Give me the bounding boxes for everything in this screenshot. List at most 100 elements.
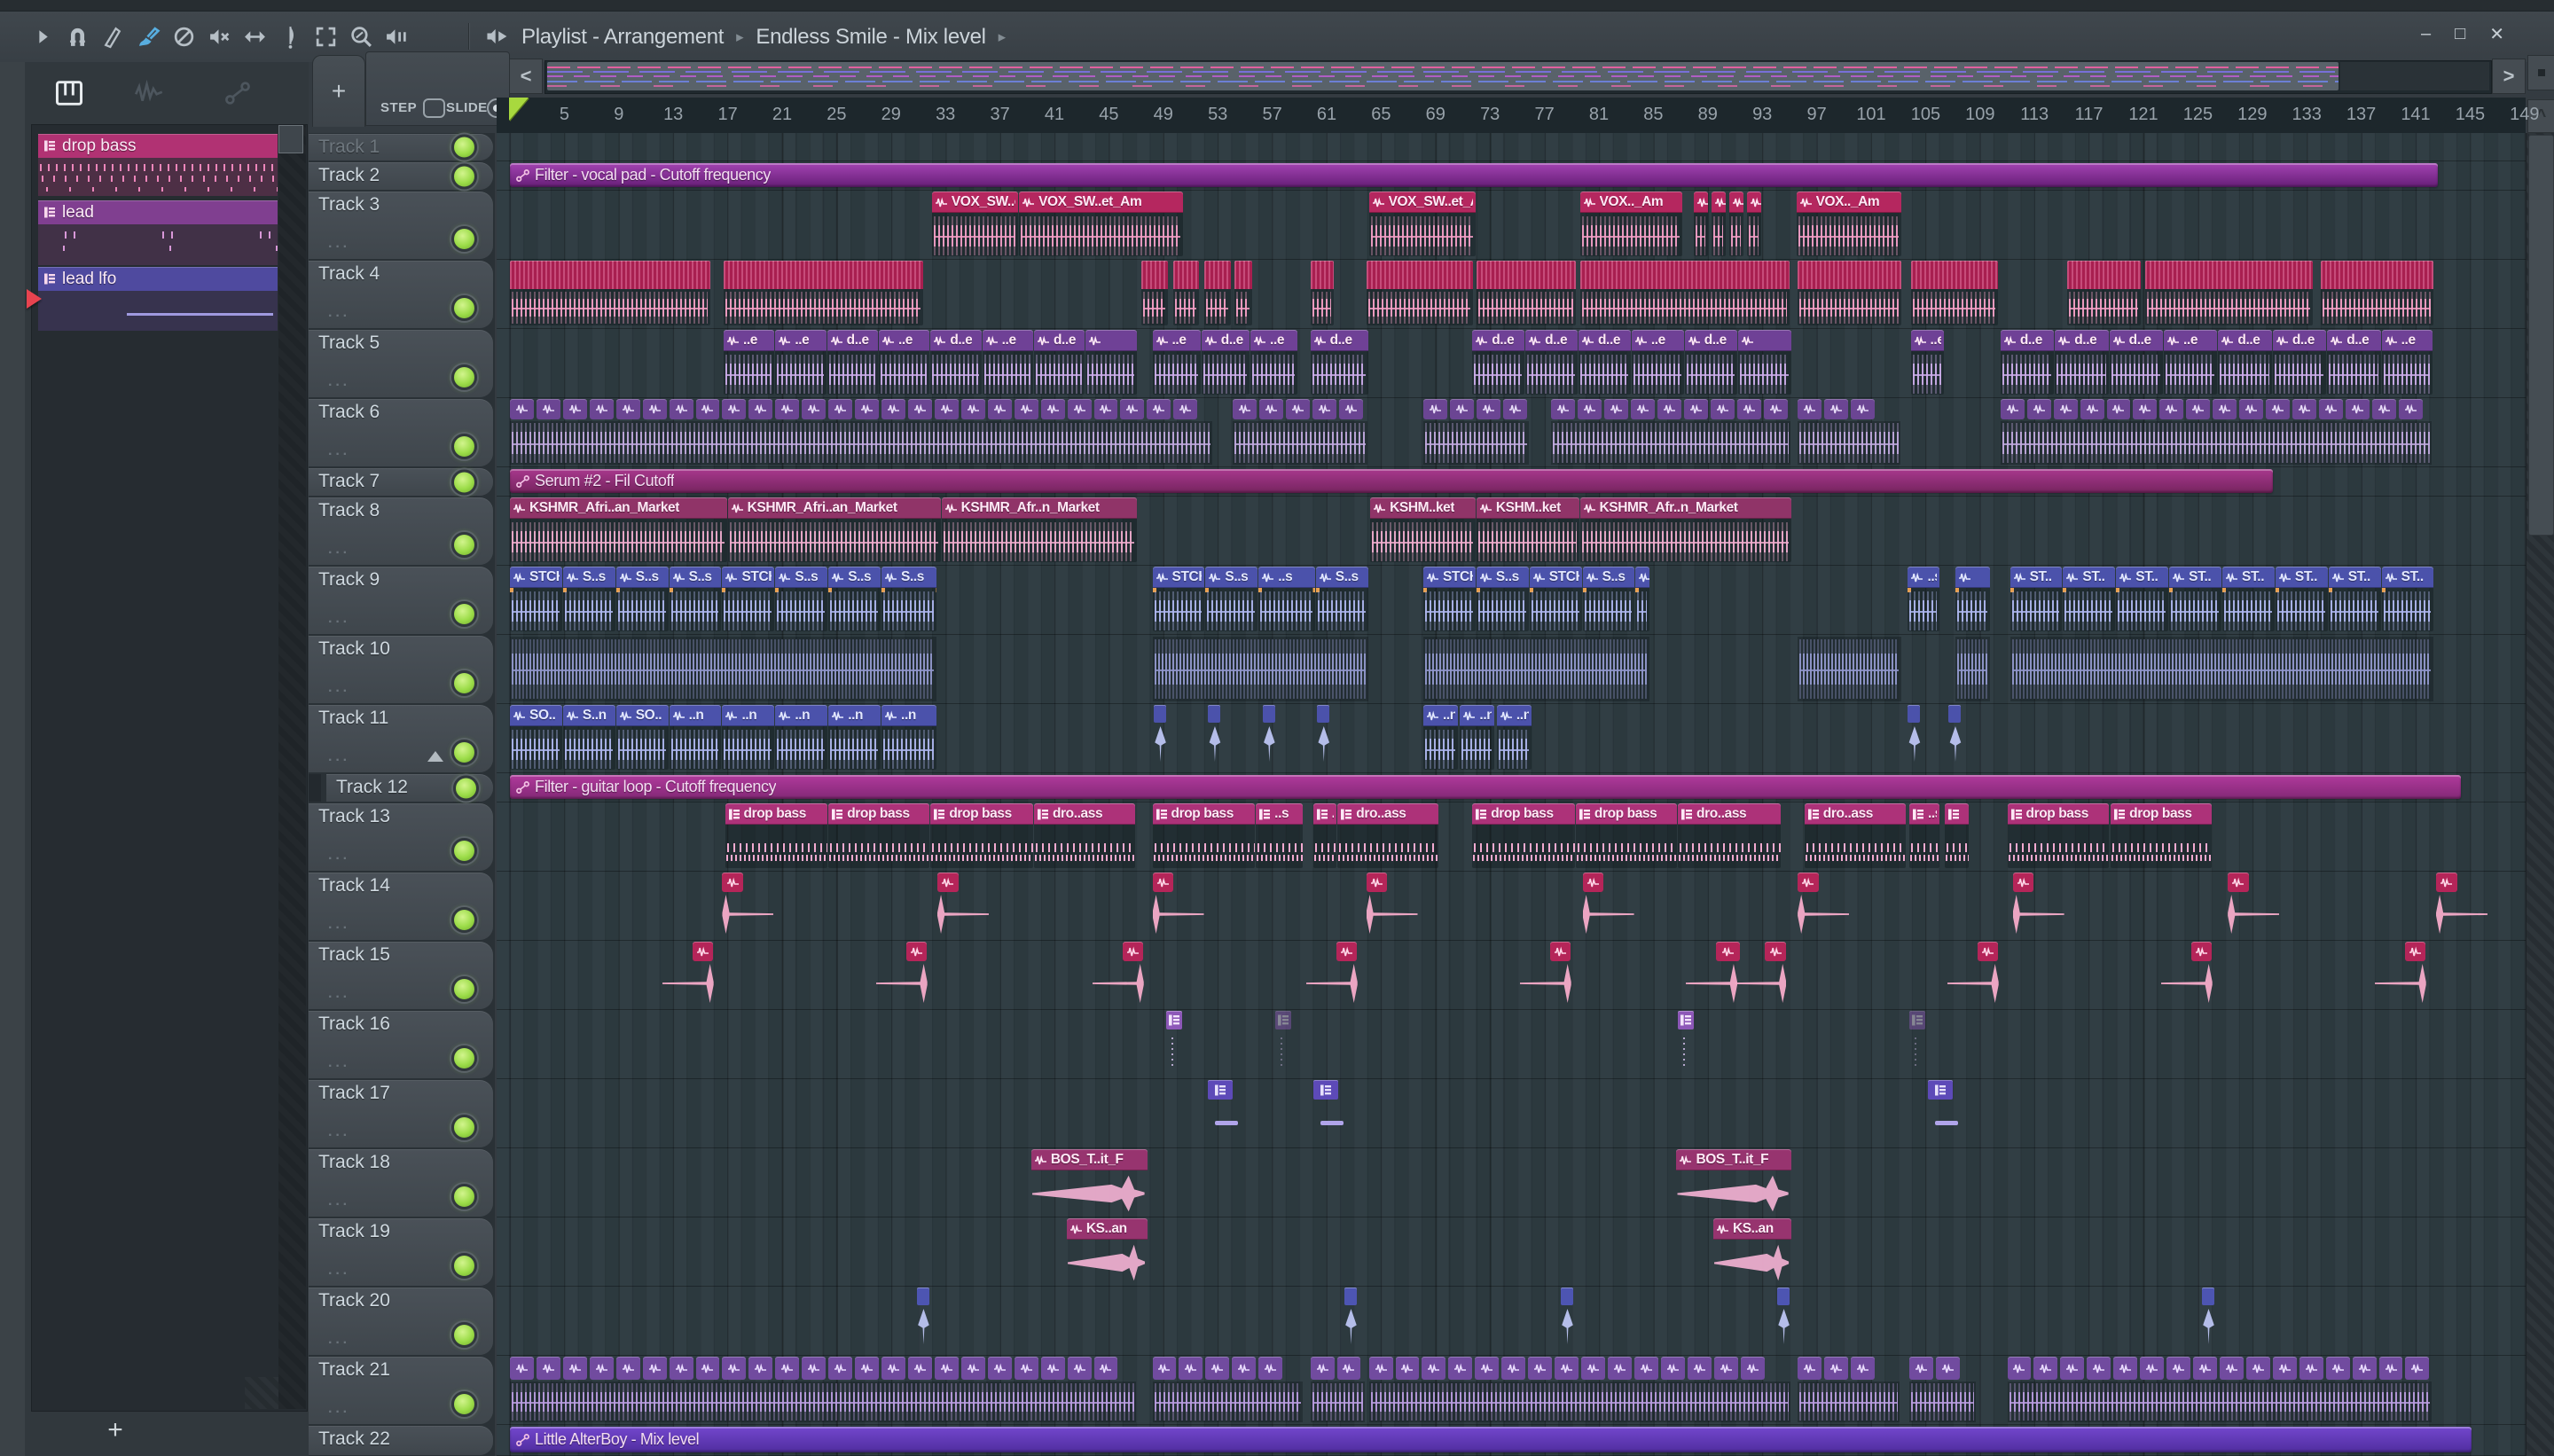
mini-pattern-clip[interactable]	[1908, 1011, 1927, 1077]
track-header[interactable]: Track 4 ···	[309, 261, 493, 328]
pattern-tab-piano[interactable]	[50, 76, 89, 110]
maximize-button[interactable]: □	[2455, 24, 2465, 44]
audio-clip[interactable]	[510, 399, 534, 419]
audio-clip[interactable]	[1232, 1357, 1257, 1380]
audio-clip[interactable]: KSHMR_Afri..an_Market	[510, 497, 727, 564]
audio-clip[interactable]: KS..an	[1712, 1218, 1791, 1285]
audio-clip[interactable]	[2320, 261, 2434, 327]
pattern-preview[interactable]	[38, 291, 278, 331]
audio-clip[interactable]: S..s	[615, 567, 669, 633]
mini-audio-clip[interactable]	[2202, 1288, 2218, 1354]
pattern-item-header[interactable]: lead	[38, 200, 278, 224]
mute-led[interactable]	[451, 670, 477, 696]
audio-clip[interactable]	[2113, 1357, 2138, 1380]
audio-clip[interactable]	[2371, 399, 2396, 419]
audio-clip-run[interactable]	[1233, 399, 1368, 466]
audio-clip[interactable]: BOS_T..it_F	[1676, 1149, 1791, 1216]
audio-clip[interactable]: ..e	[2381, 330, 2433, 396]
pattern-clip[interactable]: drop bass	[1575, 803, 1678, 870]
audio-clip[interactable]	[1259, 399, 1283, 419]
mini-audio-clip[interactable]	[1262, 705, 1279, 771]
mini-audio-clip[interactable]	[1908, 705, 1923, 771]
audio-clip[interactable]: ..n	[722, 705, 775, 771]
audio-clip[interactable]	[1551, 399, 1576, 419]
audio-clip[interactable]	[669, 1357, 693, 1380]
scrollbar-handle[interactable]	[278, 125, 303, 153]
step-toggle[interactable]	[423, 98, 445, 118]
audio-clip[interactable]	[1660, 1357, 1685, 1380]
audio-clip[interactable]	[1528, 1357, 1553, 1380]
audio-clip[interactable]	[2299, 1357, 2323, 1380]
paint-tool-icon[interactable]	[137, 25, 161, 49]
audio-hit-clip[interactable]	[1582, 873, 1640, 939]
track-lane[interactable]	[497, 1079, 2526, 1148]
mute-tool-icon[interactable]	[208, 25, 231, 49]
mute-led[interactable]	[451, 838, 477, 864]
audio-clip-run[interactable]	[510, 1357, 1137, 1423]
audio-clip[interactable]	[1014, 399, 1038, 419]
audio-clip[interactable]: VOX.._Am	[1579, 192, 1683, 258]
audio-clip[interactable]: S..s	[828, 567, 881, 633]
timeline-ruler[interactable]: 5 9 13 17 21 25 29 33 37 41 45 49 53 57 61 65 69 73 77 81 85…	[497, 98, 2539, 134]
audio-clip[interactable]: ST..	[2116, 567, 2169, 633]
audio-clip[interactable]: ST..	[2328, 567, 2381, 633]
track-lane[interactable]	[497, 1287, 2526, 1356]
audio-clip[interactable]	[1737, 330, 1791, 396]
audio-clip-run[interactable]	[1368, 1357, 1791, 1423]
audio-clip[interactable]: S..s	[1582, 567, 1635, 633]
audio-clip-header[interactable]	[692, 942, 714, 961]
mini-audio-clip[interactable]	[1777, 1288, 1793, 1354]
mute-led[interactable]	[451, 1115, 477, 1140]
audio-clip[interactable]	[2239, 399, 2264, 419]
audio-hit-clip[interactable]	[2374, 942, 2462, 1008]
audio-clip-header[interactable]	[1716, 942, 1740, 961]
audio-clip[interactable]	[2010, 637, 2434, 701]
audio-clip[interactable]	[1152, 637, 1368, 701]
audio-clip[interactable]	[2033, 1357, 2058, 1380]
pattern-clip[interactable]: dro..ass	[1337, 803, 1439, 870]
pattern-clip[interactable]: ..s	[1312, 803, 1337, 870]
audio-clip[interactable]: ..n	[775, 705, 828, 771]
audio-clip[interactable]: d..e	[2218, 330, 2272, 396]
audio-clip[interactable]	[2266, 399, 2291, 419]
automation-source-icon[interactable]	[423, 59, 450, 86]
audio-clip[interactable]	[615, 1357, 640, 1380]
mute-led[interactable]	[451, 740, 477, 765]
mini-pattern-clip[interactable]	[1165, 1011, 1184, 1077]
pattern-clip-header[interactable]	[1165, 1011, 1182, 1029]
mini-audio-clip[interactable]	[1208, 705, 1224, 771]
track-header[interactable]: Track 2	[309, 162, 493, 190]
track-header[interactable]: Track 19 ···	[309, 1218, 493, 1286]
audio-clip[interactable]	[1747, 192, 1762, 258]
audio-clip-source-icon[interactable]	[373, 59, 400, 86]
track-header[interactable]: Track 17 ···	[309, 1080, 493, 1147]
pattern-clip-header[interactable]	[1274, 1011, 1291, 1029]
audio-clip[interactable]	[1448, 1357, 1473, 1380]
audio-clip[interactable]	[802, 399, 827, 419]
track-lane[interactable]	[497, 191, 2526, 260]
track-header[interactable]: Track 13 ···	[309, 803, 493, 871]
audio-clip[interactable]: STCH	[1152, 567, 1205, 633]
audio-clip[interactable]: S..s	[562, 567, 615, 633]
audio-clip[interactable]	[589, 399, 614, 419]
mini-pattern-clip[interactable]	[1678, 1011, 1696, 1077]
mini-audio-clip[interactable]	[1317, 705, 1333, 771]
track-lane[interactable]	[497, 872, 2526, 941]
audio-clip[interactable]	[1850, 399, 1875, 419]
mute-led[interactable]	[451, 226, 477, 252]
audio-clip[interactable]	[907, 1357, 932, 1380]
audio-clip[interactable]: ST..	[2169, 567, 2222, 633]
mini-pattern-clip[interactable]	[1208, 1080, 1239, 1147]
pattern-clip[interactable]: dro..ass	[1804, 803, 1906, 870]
audio-clip[interactable]: BOS_T..it_F	[1030, 1149, 1148, 1216]
audio-clip[interactable]	[1935, 1357, 1960, 1380]
audio-clip[interactable]	[1475, 1357, 1500, 1380]
audio-clip[interactable]	[1040, 1357, 1065, 1380]
audio-hit-clip[interactable]	[2160, 942, 2248, 1008]
pattern-clip[interactable]: drop bass	[2007, 803, 2109, 870]
mute-led[interactable]	[451, 295, 477, 321]
audio-hit-clip[interactable]	[1798, 873, 1854, 939]
audio-clip[interactable]	[669, 399, 693, 419]
audio-clip-run[interactable]	[2007, 1357, 2433, 1423]
track-header[interactable]: Track 10 ···	[309, 636, 493, 703]
